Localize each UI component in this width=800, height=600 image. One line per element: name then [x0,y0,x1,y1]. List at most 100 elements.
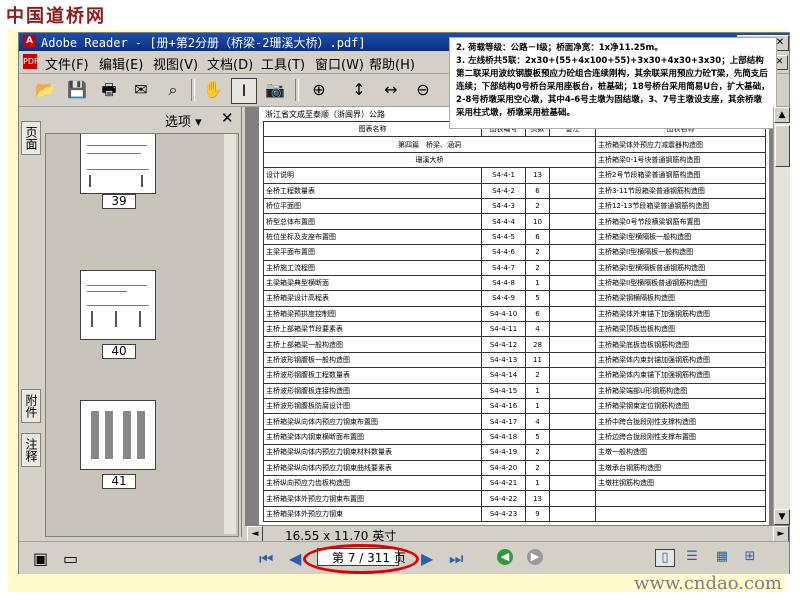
go-back-icon[interactable]: ◀ [497,549,513,565]
zoom-in-icon[interactable]: ⊕ [307,78,331,102]
thumbnail-scrollbar[interactable] [224,134,236,534]
save-icon[interactable]: 💾 [65,78,89,102]
document-view[interactable]: 浙江省文成至泰顺（浙闽界）公路 图表名称 图表编号 页数 备注 图表名称 第四篇… [245,107,773,525]
panel-close-icon[interactable]: ✕ [221,109,234,127]
table-cell: 主桥箱梁纵向体内预应力钢束材料数量表 [263,444,482,461]
search-binoculars-icon[interactable]: ⌕ [161,78,185,102]
table-cell: 主墩柱钢筋构造图 [595,474,766,492]
tab-pages[interactable]: 页面 [21,121,41,155]
table-cell: S4-4-20 [481,459,526,476]
hand-tool-icon[interactable]: ✋ [201,78,225,102]
table-cell: 5 [525,290,550,307]
table-cell: 主桥箱梁钢横隔板构造图 [595,290,766,307]
last-page-icon[interactable]: ⏭ [449,549,463,569]
side-tabs: 页面 附件 注释 [19,107,41,537]
table-cell: 全桥工程数量表 [263,182,482,199]
page-thumbnail[interactable] [80,270,156,340]
print-icon[interactable]: 🖶 [97,78,121,102]
table-cell: 设计说明 [263,167,482,184]
document-scrollbar[interactable]: ▲ ▼ [773,107,790,525]
table-cell: 1 [525,382,550,400]
table-cell: S4-4-16 [481,398,526,415]
facing-pages-icon[interactable]: ▦ [713,549,731,565]
reader-window: A Adobe Reader - [册+第2分册（桥梁-2珊溪大桥）.pdf] … [18,32,790,574]
table-cell: S4-4-7 [481,259,526,276]
table-cell: 主桥箱梁0-1号块普通钢筋构造图 [595,151,766,169]
fit-page-icon[interactable]: ↕ [347,78,371,102]
table-row: 主桥上部箱梁节段要素表 S4-4-11 4 主桥箱梁顶板齿板构造图 [263,321,766,338]
table-cell: 主桥箱梁体内束封锚加强钢筋构造图 [595,351,766,369]
table-cell: 主桥施工流程图 [263,259,482,276]
page-thumbnail[interactable] [80,134,156,194]
table-cell: 4 [525,321,550,338]
first-page-icon[interactable]: ⏮ [259,549,273,569]
table-cell [549,244,596,261]
table-row: 主桥箱梁体外预应力钢束 S4-4-23 9 [263,505,766,523]
page-thumbnail[interactable] [80,400,156,470]
section-title: 第四篇 桥梁、涵洞 [263,136,596,153]
table-row: 主桥箱梁设计高程表 S4-4-9 5 主桥箱梁钢横隔板构造图 [263,290,766,307]
table-cell: 主桥波形钢腹板一般构造图 [263,351,482,369]
menu-edit[interactable]: 编辑(E) [99,54,143,73]
table-cell: 主梁箱梁典型横断面 [263,274,482,292]
menu-help[interactable]: 帮助(H) [369,54,415,73]
table-cell [549,444,596,461]
snapshot-icon[interactable]: 📷 [263,78,287,102]
table-cell [595,505,766,523]
menu-file[interactable]: 文件(F) [45,54,89,73]
table-cell: 主桥箱梁端部U形钢筋构造图 [595,382,766,400]
table-cell: S4-4-12 [481,336,526,353]
table-cell: 主桥上部箱梁节段要素表 [263,321,482,338]
go-forward-icon[interactable]: ▶ [527,549,543,565]
bridge-row: 珊溪大桥 主桥箱梁0-1号块普通钢筋构造图 [263,151,766,169]
table-cell [549,259,596,276]
layers-icon[interactable]: ▣ [33,549,48,568]
menu-tools[interactable]: 工具(T) [261,54,305,73]
scroll-left-icon[interactable]: ◄ [247,526,263,542]
options-dropdown[interactable]: 选项 ▾ [165,111,202,130]
table-cell: 主桥箱梁体外预应力钢束 [263,505,482,523]
table-row: 主桥波形钢腹板防腐设计图 S4-4-16 1 主桥箱梁钢束定位钢筋构造图 [263,398,766,415]
table-cell [549,167,596,184]
note-line: 3. 左线桥共5联：2x30+(55+4x100+55)+3x30+4x30+3… [456,56,770,118]
zoom-out-icon[interactable]: ⊖ [411,78,435,102]
continuous-icon[interactable]: ☰ [683,549,701,565]
single-page-icon[interactable]: ▯ [655,549,675,567]
table-cell: 主桥箱梁体外预应力钢束布置图 [263,490,482,507]
continuous-facing-icon[interactable]: ⊞ [741,549,759,565]
scroll-down-icon[interactable]: ▼ [774,509,790,525]
pdf-page: 浙江省文成至泰顺（浙闽界）公路 图表名称 图表编号 页数 备注 图表名称 第四篇… [259,107,769,525]
tab-attachments[interactable]: 附件 [21,389,41,423]
scroll-right-icon[interactable]: ► [773,526,789,542]
watermark-bottom: www.cndao.com [634,573,782,594]
table-cell: 主桥箱梁I型横隔板普通钢筋构造图 [595,259,766,276]
tab-comments[interactable]: 注释 [21,433,41,467]
table-cell: S4-4-19 [481,444,526,461]
email-icon[interactable]: ✉ [129,78,153,102]
table-cell: S4-4-15 [481,382,526,400]
table-cell: 主桥纵向预应力齿板构造图 [263,474,482,492]
table-cell: 桥型总体布置图 [263,213,482,230]
table-cell: 主桥箱梁纵向体内预应力钢束布置图 [263,413,482,430]
table-cell: 13 [525,167,550,184]
open-icon[interactable]: 📂 [33,78,57,102]
menu-window[interactable]: 窗口(W) [315,54,364,73]
fit-width-icon[interactable]: ↔ [379,78,403,102]
menu-document[interactable]: 文档(D) [207,54,253,73]
table-cell: S4-4-8 [481,274,526,292]
scroll-up-icon[interactable]: ▲ [774,107,790,123]
table-cell: 主桥箱梁体外束锚下加强钢筋构造图 [595,305,766,323]
scroll-thumb[interactable] [775,125,790,167]
panel-toggle-icon[interactable]: ▭ [63,549,78,568]
table-row: 主桥上部箱梁一般构造图 S4-4-12 28 主桥箱梁底板齿板钢筋构造图 [263,336,766,353]
table-cell: 主桥波形钢腹板连接构造图 [263,382,482,400]
table-cell: S4-4-3 [481,197,526,215]
menu-view[interactable]: 视图(V) [153,54,198,73]
table-cell: 主桥箱梁I型横隔板一般构造图 [595,228,766,246]
next-page-icon[interactable]: ▶ [421,549,433,568]
previous-page-icon[interactable]: ◀ [289,549,301,568]
table-cell: 主桥箱梁体内钢束横断面布置图 [263,428,482,446]
table-row: 主桥箱梁体内钢束横断面布置图 S4-4-18 5 主桥边跨合拢段刚性支撑布置图 [263,428,766,446]
table-cell: 主桥箱梁体外预应力减震器构造图 [595,136,766,153]
select-text-icon[interactable]: I [231,78,257,104]
